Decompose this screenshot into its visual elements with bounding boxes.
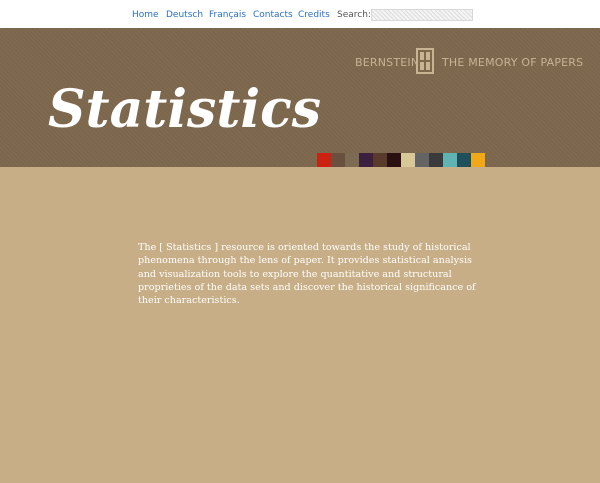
page-title: Statistics [48, 79, 322, 140]
color-swatch [317, 153, 331, 167]
color-swatch [443, 153, 457, 167]
color-swatch [401, 153, 415, 167]
nav-credits-link[interactable]: Credits [298, 10, 330, 21]
search-label: Search: [337, 10, 371, 20]
nav-contacts-link[interactable]: Contacts [253, 10, 293, 21]
color-swatch [387, 153, 401, 167]
search-input[interactable] [371, 9, 473, 21]
top-navigation: Home Deutsch Français Contacts Credits S… [0, 0, 600, 28]
color-swatch [415, 153, 429, 167]
nav-deutsch-link[interactable]: Deutsch [166, 10, 203, 21]
nav-francais-link[interactable]: Français [209, 10, 246, 21]
color-swatch-bar [317, 153, 485, 167]
brand-name-right: THE MEMORY OF PAPERS [442, 56, 584, 69]
color-swatch [457, 153, 471, 167]
color-swatch [359, 153, 373, 167]
color-swatch [471, 153, 485, 167]
color-swatch [345, 153, 359, 167]
color-swatch [429, 153, 443, 167]
header-banner: BERNSTEIN THE MEMORY OF PAPERS Statistic… [0, 28, 600, 167]
color-swatch [331, 153, 345, 167]
color-swatch [373, 153, 387, 167]
intro-paragraph: The [ Statistics ] resource is oriented … [138, 242, 476, 307]
nav-home-link[interactable]: Home [132, 10, 159, 21]
window-logo-icon [416, 48, 434, 74]
brand-name-left: BERNSTEIN [355, 56, 420, 69]
